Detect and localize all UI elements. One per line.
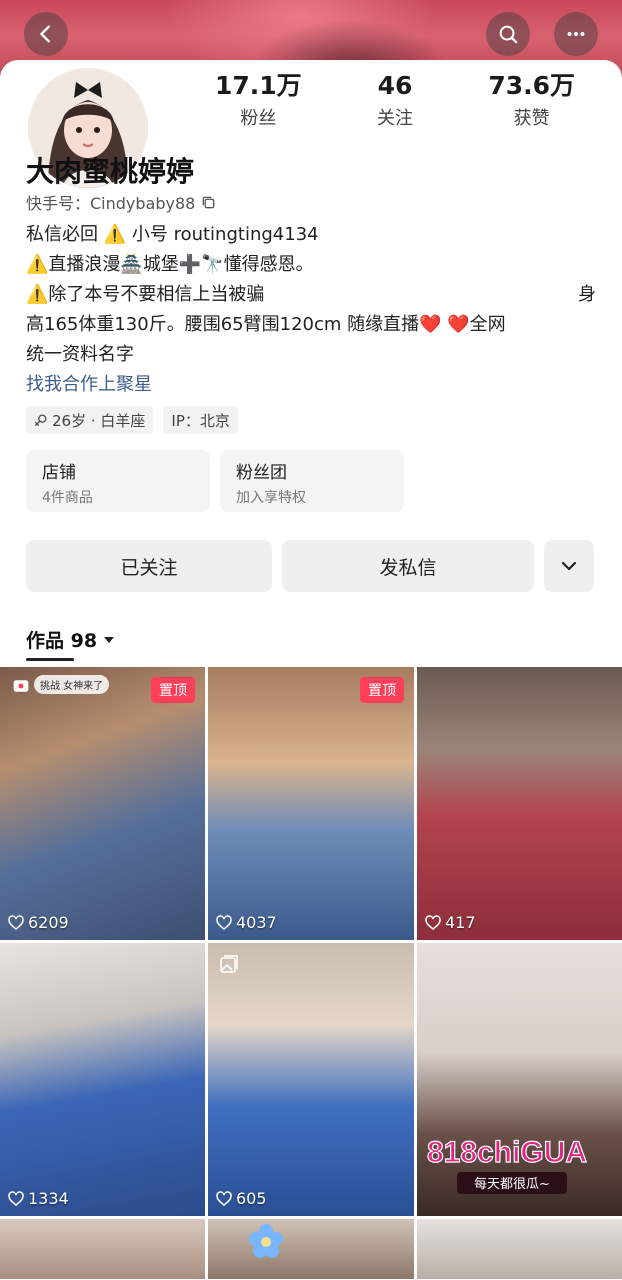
bio-line-3: ⚠️除了本号不要相信上当被骗 身 bbox=[26, 280, 596, 310]
profile-card: 17.1万 粉丝 46 关注 73.6万 获赞 大肉蜜桃婷婷 快手号：Cindy… bbox=[0, 60, 622, 1280]
pinned-badge: 置顶 bbox=[360, 677, 404, 703]
tab-works[interactable]: 作品 98 bbox=[26, 626, 115, 653]
pinned-badge: 置顶 bbox=[151, 677, 195, 703]
kuaishou-id-text: 快手号：Cindybaby88 bbox=[26, 194, 196, 213]
back-arrow-icon bbox=[40, 25, 50, 43]
stat-likes[interactable]: 73.6万 获赞 bbox=[463, 70, 600, 130]
heart-outline-icon bbox=[216, 914, 232, 930]
stat-fans[interactable]: 17.1万 粉丝 bbox=[190, 70, 327, 130]
work-likes: 4037 bbox=[216, 913, 277, 932]
challenge-badge: 挑战 女神来了 bbox=[34, 675, 110, 694]
kuaishou-id: 快手号：Cindybaby88 bbox=[26, 190, 216, 214]
work-item[interactable] bbox=[208, 1219, 414, 1279]
work-likes: 417 bbox=[425, 913, 476, 932]
bio-line-1: 私信必回 ⚠️ 小号 routingting4134 bbox=[26, 224, 319, 245]
fan-club-card-title: 粉丝团 bbox=[236, 463, 287, 483]
work-item[interactable]: 挑战 女神来了 6209 置顶 bbox=[0, 667, 205, 940]
more-dots-icon bbox=[567, 31, 585, 37]
shop-card-subtitle: 4件商品 bbox=[42, 490, 93, 506]
bio-line-5: 统一资料名字 bbox=[26, 344, 134, 365]
ad-subtitle: 每天都很瓜~ bbox=[474, 1176, 550, 1192]
followed-button[interactable]: 已关注 bbox=[26, 540, 272, 592]
work-item[interactable]: 818chiGUA 每天都很瓜~ bbox=[417, 943, 622, 1216]
bio-line-3-tail: 身 bbox=[578, 284, 596, 305]
profile-actions: 已关注 发私信 bbox=[26, 540, 594, 592]
bio-line-4: 高165体重130斤。腰围65臂围120cm 随缘直播❤️ ❤️全网 bbox=[26, 314, 506, 335]
copy-icon[interactable] bbox=[201, 195, 216, 210]
gallery-icon bbox=[220, 955, 238, 973]
stat-fans-label: 粉丝 bbox=[240, 108, 277, 129]
chevron-down-icon bbox=[561, 561, 577, 571]
search-icon bbox=[499, 25, 518, 44]
stat-following-label: 关注 bbox=[377, 108, 413, 129]
stat-following[interactable]: 46 关注 bbox=[327, 70, 464, 130]
shop-card-title: 店铺 bbox=[42, 463, 76, 483]
more-options-button[interactable] bbox=[554, 12, 598, 56]
bio-line-3-text: ⚠️除了本号不要相信上当被骗 bbox=[26, 284, 265, 305]
work-item[interactable] bbox=[417, 1219, 622, 1279]
tab-works-label: 作品 98 bbox=[26, 630, 98, 652]
profile-tags: 26岁 · 白羊座 IP：北京 bbox=[26, 406, 238, 434]
caret-down-icon bbox=[104, 636, 115, 643]
work-likes-count: 1334 bbox=[28, 1189, 69, 1208]
work-likes: 605 bbox=[216, 1189, 267, 1208]
fan-club-card[interactable]: 粉丝团 加入享特权 bbox=[220, 450, 404, 512]
work-item[interactable]: 605 bbox=[208, 943, 414, 1216]
work-likes: 6209 bbox=[8, 913, 69, 932]
work-likes-count: 417 bbox=[445, 913, 476, 932]
stat-following-value: 46 bbox=[377, 71, 413, 100]
shop-cards: 店铺 4件商品 粉丝团 加入享特权 bbox=[26, 450, 404, 512]
stat-likes-value: 73.6万 bbox=[488, 71, 576, 100]
work-item[interactable]: 1334 bbox=[0, 943, 205, 1216]
tag-ip: IP：北京 bbox=[163, 406, 238, 434]
send-message-button[interactable]: 发私信 bbox=[282, 540, 534, 592]
tag-age: 26岁 · 白羊座 bbox=[26, 406, 154, 434]
bio-line-2: ⚠️直播浪漫🏯城堡➕🔭懂得感恩。 bbox=[26, 254, 314, 275]
gender-female-icon bbox=[35, 414, 47, 426]
ad-logo-text: 818chiGUA bbox=[427, 1136, 587, 1169]
flower-sticker-icon bbox=[249, 1224, 283, 1258]
heart-outline-icon bbox=[8, 914, 24, 930]
works-grid: 挑战 女神来了 6209 置顶 置顶 4037 417 1334 605 818… bbox=[0, 667, 622, 1279]
back-button[interactable] bbox=[24, 12, 68, 56]
more-actions-button[interactable] bbox=[544, 540, 594, 592]
search-button[interactable] bbox=[486, 12, 530, 56]
profile-name: 大肉蜜桃婷婷 bbox=[26, 155, 195, 188]
tab-works-indicator bbox=[26, 658, 74, 661]
tag-age-text: 26岁 · 白羊座 bbox=[52, 411, 146, 430]
live-badge-icon bbox=[13, 680, 29, 692]
heart-outline-icon bbox=[425, 914, 441, 930]
work-likes-count: 605 bbox=[236, 1189, 267, 1208]
stat-fans-value: 17.1万 bbox=[214, 71, 302, 100]
fan-club-card-subtitle: 加入享特权 bbox=[236, 490, 306, 506]
collab-link[interactable]: 找我合作上聚星 bbox=[26, 370, 152, 396]
work-likes-count: 6209 bbox=[28, 913, 69, 932]
work-likes-count: 4037 bbox=[236, 913, 277, 932]
heart-outline-icon bbox=[216, 1190, 232, 1206]
shop-card[interactable]: 店铺 4件商品 bbox=[26, 450, 210, 512]
work-item[interactable] bbox=[0, 1219, 205, 1279]
profile-bio: 私信必回 ⚠️ 小号 routingting4134 ⚠️直播浪漫🏯城堡➕🔭懂得… bbox=[26, 220, 596, 370]
tag-ip-text: IP：北京 bbox=[171, 411, 230, 430]
profile-stats: 17.1万 粉丝 46 关注 73.6万 获赞 bbox=[190, 70, 600, 130]
watermark-ad-banner: 818chiGUA 每天都很瓜~ bbox=[426, 1135, 588, 1194]
work-item[interactable]: 417 bbox=[417, 667, 622, 940]
work-item[interactable]: 置顶 4037 bbox=[208, 667, 414, 940]
heart-outline-icon bbox=[8, 1190, 24, 1206]
stat-likes-label: 获赞 bbox=[513, 108, 550, 129]
work-likes: 1334 bbox=[8, 1189, 69, 1208]
